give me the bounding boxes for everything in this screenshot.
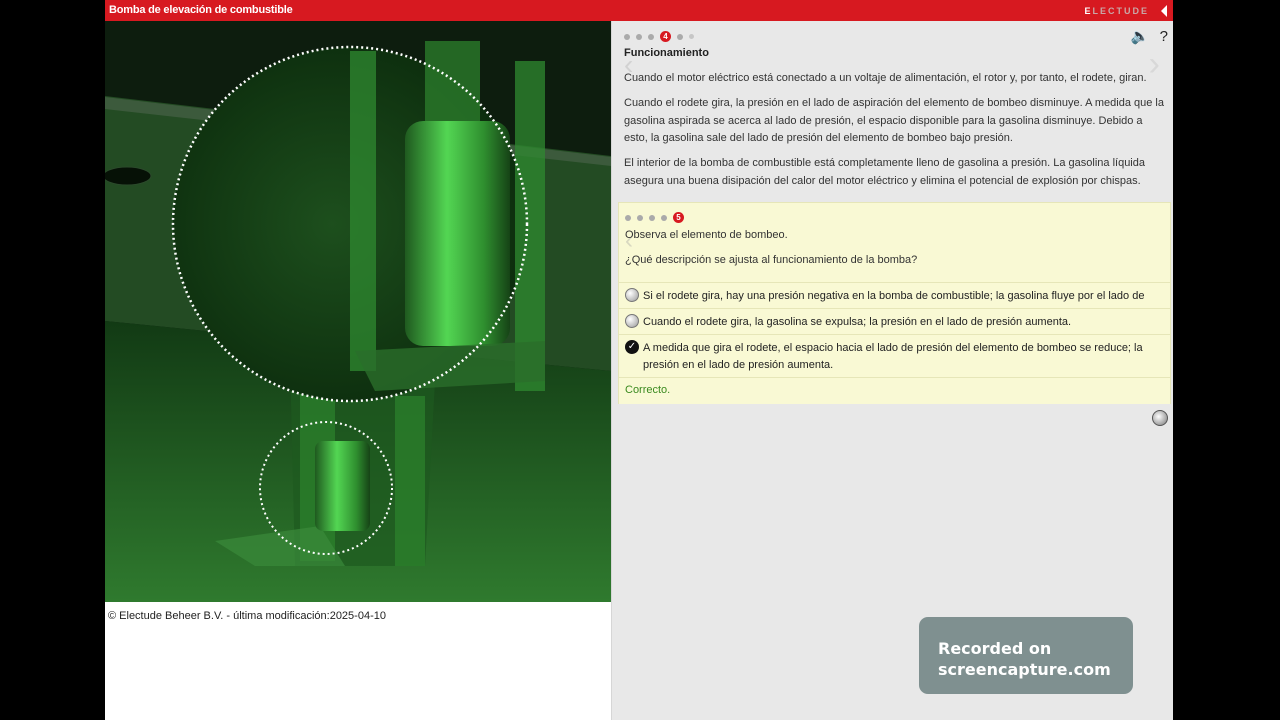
page-dot[interactable] <box>677 33 683 40</box>
page-indicator: 4 <box>624 28 700 43</box>
radio-button-icon[interactable] <box>625 314 639 328</box>
animation-viewer[interactable] <box>105 21 611 602</box>
checkmark-icon[interactable]: ✓ <box>625 340 639 354</box>
paragraph-2: Cuando el rodete gira, la presión en el … <box>624 97 1164 144</box>
page-dot[interactable] <box>624 33 630 40</box>
quiz-question: ¿Qué descripción se ajusta al funcionami… <box>625 254 918 266</box>
page-dot-current[interactable]: 5 <box>673 212 684 224</box>
copyright-caption: © Electude Beheer B.V. - última modifica… <box>108 610 386 622</box>
electude-logo: ELECTUDE <box>1084 6 1149 16</box>
paragraph-1: Cuando el motor eléctrico está conectado… <box>624 72 1147 84</box>
paragraph-3: El interior de la bomba de combustible e… <box>624 157 1145 187</box>
watermark-line-1: Recorded on <box>938 639 1052 658</box>
feedback-row <box>619 377 1170 404</box>
fuel-pump-illustration <box>105 21 611 602</box>
page-dot[interactable] <box>648 33 654 40</box>
module-title: Bomba de elevación de combustible <box>109 4 293 16</box>
quiz-page-indicator: 5 <box>625 209 690 227</box>
help-icon[interactable]: ? <box>1160 28 1168 45</box>
answer-option-1[interactable]: Si el rodete gira, hay una presión negat… <box>619 282 1170 319</box>
collapse-arrow-icon[interactable] <box>1161 5 1167 17</box>
page-dot[interactable] <box>636 33 642 40</box>
radio-button-icon[interactable] <box>625 288 639 302</box>
answer-label[interactable]: Cuando el rodete gira, la gasolina se ex… <box>643 314 1165 331</box>
quiz-instruction: Observa el elemento de bombeo. <box>625 229 788 241</box>
feedback-correct: Correcto. <box>625 384 671 396</box>
content-panel: 🔈 ? 4 ‹ › Funcionamiento Cuando el motor… <box>611 21 1173 720</box>
page-dot-current[interactable]: 4 <box>660 31 671 43</box>
page-dot[interactable] <box>661 214 667 221</box>
section-title: Funcionamiento <box>624 47 709 59</box>
answer-option-3-selected[interactable]: ✓ A medida que gira el rodete, el espaci… <box>619 334 1170 378</box>
watermark-line-2: screencapture.com <box>938 660 1111 679</box>
page-dot[interactable] <box>625 214 631 221</box>
page-dot[interactable] <box>649 214 655 221</box>
page-dot[interactable] <box>637 214 643 221</box>
page-dot[interactable] <box>689 34 694 40</box>
next-button-icon[interactable] <box>1152 410 1168 426</box>
answer-option-2[interactable]: Cuando el rodete gira, la gasolina se ex… <box>619 308 1170 335</box>
logo-first-letter: E <box>1084 6 1093 16</box>
top-bar: Bomba de elevación de combustible ELECTU… <box>105 0 1173 21</box>
quiz-box: 5 ‹ Observa el elemento de bombeo. ¿Qué … <box>618 202 1171 404</box>
recording-watermark: Recorded on screencapture.com <box>919 617 1133 694</box>
panel-tools: 🔈 ? <box>1125 27 1168 46</box>
speaker-icon[interactable]: 🔈 <box>1131 27 1150 45</box>
app-window: Bomba de elevación de combustible ELECTU… <box>105 0 1173 720</box>
answer-label[interactable]: A medida que gira el rodete, el espacio … <box>643 340 1165 374</box>
